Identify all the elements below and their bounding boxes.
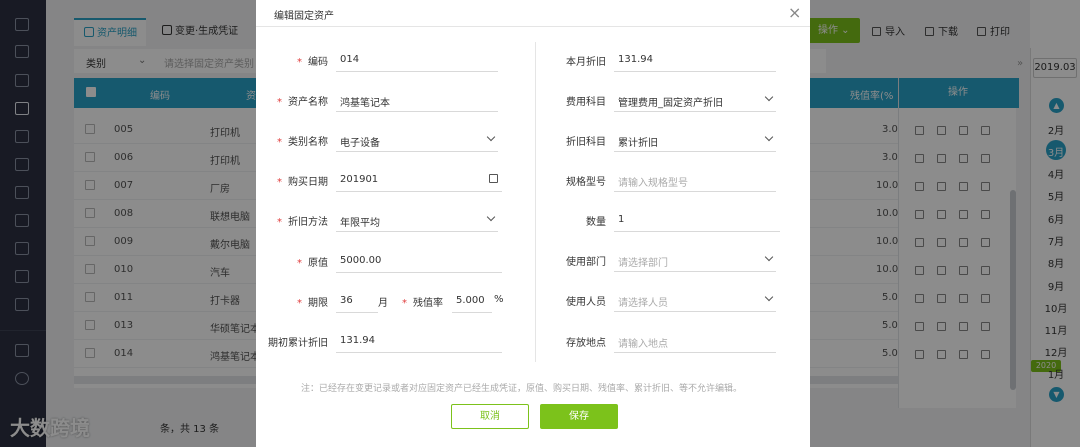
field-depreciation-account: 折旧科目 累计折旧	[542, 128, 810, 154]
quantity-value: 1	[618, 214, 625, 225]
department-placeholder: 请选择部门	[618, 258, 668, 269]
monthly-depreciation-input[interactable]: 131.94	[614, 48, 776, 72]
field-label: 期限	[308, 298, 328, 309]
chevron-down-icon	[764, 252, 774, 262]
field-label: 存放地点	[566, 338, 606, 349]
required-mark: *	[277, 177, 282, 188]
field-expense-account: 费用科目 管理费用_固定资产折旧	[542, 88, 810, 114]
chevron-down-icon	[764, 92, 774, 102]
category-select[interactable]: 电子设备	[336, 128, 498, 152]
opening-depreciation-input[interactable]: 131.94	[336, 329, 502, 353]
term-unit: 月	[378, 298, 388, 309]
field-label: 使用人员	[566, 297, 606, 308]
opening-depreciation-value: 131.94	[340, 335, 375, 346]
field-label: 编码	[308, 57, 328, 68]
edit-asset-dialog: 编辑固定资产 × * 编码 014 * 资产名称 鸿基笔记本 * 类别名称 电子设备 …	[256, 0, 810, 447]
chevron-down-icon	[764, 292, 774, 302]
code-input[interactable]: 014	[336, 48, 498, 72]
expense-account-value: 管理费用_固定资产折旧	[618, 98, 723, 109]
code-value: 014	[340, 54, 360, 65]
dialog-header: 编辑固定资产 ×	[256, 0, 810, 27]
residual-rate-value: 5.000	[456, 295, 485, 306]
field-label: 期初累计折旧	[268, 338, 328, 349]
depreciation-method-select[interactable]: 年限平均	[336, 208, 498, 232]
field-label: 原值	[308, 258, 328, 269]
required-mark: *	[277, 217, 282, 228]
field-label: 类别名称	[288, 137, 328, 148]
original-value-value: 5000.00	[340, 255, 382, 266]
field-location: 存放地点 请输入地点	[542, 329, 810, 355]
required-mark: *	[297, 298, 302, 309]
field-label: 残值率	[413, 298, 443, 309]
field-asset-name: * 资产名称 鸿基笔记本	[256, 88, 536, 114]
field-label: 折旧科目	[566, 137, 606, 148]
field-term-residual: * 期限 36 月 * 残值率 5.000 %	[256, 289, 536, 315]
field-quantity: 数量 1	[542, 208, 810, 234]
original-value-input[interactable]: 5000.00	[336, 249, 502, 273]
close-icon[interactable]: ×	[788, 3, 801, 22]
monthly-depreciation-value: 131.94	[618, 54, 653, 65]
cancel-button[interactable]: 取消	[451, 404, 529, 429]
field-label: 规格型号	[566, 177, 606, 188]
spec-model-input[interactable]: 请输入规格型号	[614, 168, 776, 192]
department-select[interactable]: 请选择部门	[614, 248, 776, 272]
expense-account-select[interactable]: 管理费用_固定资产折旧	[614, 88, 776, 112]
dialog-title: 编辑固定资产	[274, 11, 334, 22]
field-label: 使用部门	[566, 257, 606, 268]
field-code: * 编码 014	[256, 48, 536, 74]
required-mark: *	[402, 298, 407, 309]
purchase-date-input[interactable]: 201901	[336, 168, 502, 192]
save-button[interactable]: 保存	[540, 404, 618, 429]
chevron-down-icon	[486, 132, 496, 142]
required-mark: *	[277, 137, 282, 148]
required-mark: *	[277, 97, 282, 108]
asset-name-input[interactable]: 鸿基笔记本	[336, 88, 498, 112]
field-monthly-depreciation: 本月折旧 131.94	[542, 48, 810, 74]
field-department: 使用部门 请选择部门	[542, 248, 810, 274]
field-depreciation-method: * 折旧方法 年限平均	[256, 208, 536, 234]
term-input[interactable]: 36	[336, 289, 378, 313]
field-opening-depreciation: 期初累计折旧 131.94	[256, 329, 536, 355]
quantity-input[interactable]: 1	[614, 208, 780, 232]
spec-model-placeholder: 请输入规格型号	[618, 178, 688, 189]
term-value: 36	[340, 295, 353, 306]
residual-unit: %	[494, 294, 504, 305]
field-label: 数量	[586, 217, 606, 228]
asset-name-value: 鸿基笔记本	[340, 98, 390, 109]
calendar-icon[interactable]	[489, 174, 498, 183]
field-user: 使用人员 请选择人员	[542, 288, 810, 314]
depreciation-account-select[interactable]: 累计折旧	[614, 128, 776, 152]
user-placeholder: 请选择人员	[618, 298, 668, 309]
chevron-down-icon	[764, 132, 774, 142]
required-mark: *	[297, 258, 302, 269]
field-category: * 类别名称 电子设备	[256, 128, 536, 154]
required-mark: *	[297, 57, 302, 68]
chevron-down-icon	[486, 212, 496, 222]
field-label: 费用科目	[566, 97, 606, 108]
depreciation-account-value: 累计折旧	[618, 138, 658, 149]
field-label: 资产名称	[288, 97, 328, 108]
purchase-date-value: 201901	[340, 174, 379, 185]
field-spec-model: 规格型号 请输入规格型号	[542, 168, 810, 194]
field-label: 本月折旧	[566, 57, 606, 68]
location-input[interactable]: 请输入地点	[614, 329, 776, 353]
field-label: 购买日期	[288, 177, 328, 188]
residual-rate-input[interactable]: 5.000	[452, 289, 492, 313]
field-original-value: * 原值 5000.00	[256, 249, 536, 275]
location-placeholder: 请输入地点	[618, 339, 668, 350]
depreciation-method-value: 年限平均	[340, 218, 380, 229]
field-purchase-date: * 购买日期 201901	[256, 168, 536, 194]
edit-restriction-note: 注：已经存在变更记录或者对应固定资产已经生成凭证，原值、购买日期、残值率、累计折…	[301, 384, 743, 394]
category-value: 电子设备	[340, 138, 380, 149]
field-label: 折旧方法	[288, 217, 328, 228]
user-select[interactable]: 请选择人员	[614, 288, 776, 312]
